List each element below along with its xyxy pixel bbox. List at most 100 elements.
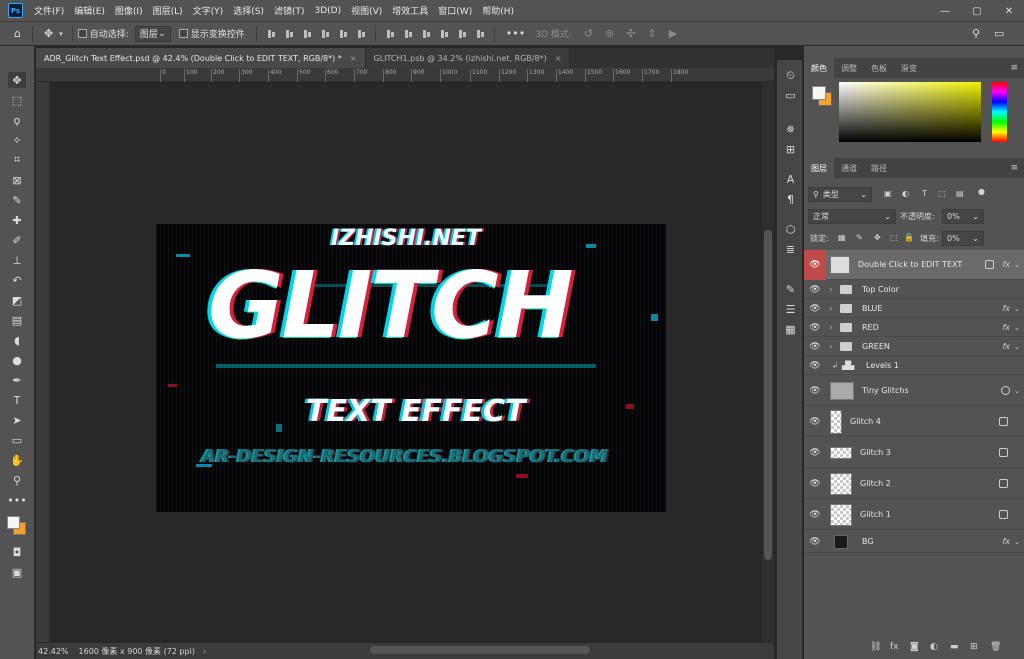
eye-icon[interactable]: 👁 — [804, 479, 826, 489]
menu-window[interactable]: 窗口(W) — [433, 4, 477, 17]
layer-row-blue[interactable]: 👁 › BLUE fx ⌄ — [804, 300, 1024, 318]
zoom-level[interactable]: 42.42% — [38, 647, 69, 656]
lock-transparent-icon[interactable]: ▦ — [838, 233, 846, 242]
menu-view[interactable]: 视图(V) — [346, 4, 387, 17]
chevron-right-icon[interactable]: › — [826, 342, 836, 351]
layer-row-glitch-3[interactable]: 👁 Glitch 3 — [804, 438, 1024, 468]
panel-menu-icon[interactable]: ≡ — [1010, 163, 1018, 173]
new-group-icon[interactable]: ▬ — [950, 642, 959, 652]
comments-panel-icon[interactable]: ▭ — [783, 88, 798, 103]
tab-adjustments[interactable]: 调整 — [834, 58, 864, 78]
lasso-tool-icon[interactable]: ϙ — [8, 112, 26, 128]
hand-tool-icon[interactable]: ✋ — [8, 452, 26, 468]
chevron-down-icon[interactable]: ⌄ — [1014, 538, 1020, 546]
lock-artboard-icon[interactable]: ⬚ — [890, 233, 898, 242]
chevron-down-icon[interactable]: ⌄ — [1014, 324, 1020, 332]
blur-tool-icon[interactable]: ◖ — [8, 332, 26, 348]
crop-tool-icon[interactable]: ⌗ — [8, 152, 26, 168]
fill-input[interactable]: 0% ⌄ — [942, 231, 984, 246]
menu-type[interactable]: 文字(Y) — [188, 4, 229, 17]
blend-mode-dropdown[interactable]: 正常 ⌄ — [808, 209, 896, 224]
new-adjustment-layer-icon[interactable]: ◐ — [930, 642, 938, 652]
close-icon[interactable]: ✕ — [994, 0, 1024, 22]
foreground-color-swatch[interactable] — [812, 86, 826, 100]
fx-icon[interactable]: fx — [1002, 304, 1010, 313]
healing-brush-tool-icon[interactable]: ✚ — [8, 212, 26, 228]
layer-name[interactable]: BLUE — [862, 304, 882, 313]
chevron-right-icon[interactable]: › — [826, 285, 836, 294]
chevron-down-icon[interactable]: ▾ — [59, 30, 63, 38]
search-icon[interactable]: ⚲ — [972, 27, 980, 40]
3d-panel-icon[interactable]: ⬡ — [783, 222, 798, 237]
layer-row-glitch-1[interactable]: 👁 Glitch 1 — [804, 500, 1024, 530]
layer-filter-dropdown[interactable]: ⚲ 类型 ⌄ — [808, 187, 872, 202]
eye-icon[interactable]: 👁 — [804, 342, 826, 352]
workspace-icon[interactable]: ▭ — [994, 27, 1004, 40]
move-tool-icon[interactable]: ✥ — [8, 72, 26, 88]
clone-stamp-tool-icon[interactable]: ⊥ — [8, 252, 26, 268]
menu-layer[interactable]: 图层(L) — [148, 4, 188, 17]
menu-filter[interactable]: 滤镜(T) — [269, 4, 310, 17]
layer-row-red[interactable]: 👁 › RED fx ⌄ — [804, 319, 1024, 337]
path-selection-tool-icon[interactable]: ➤ — [8, 412, 26, 428]
layer-name[interactable]: Top Color — [862, 285, 899, 294]
eye-icon[interactable]: 👁 — [804, 323, 826, 333]
layer-row-glitch-2[interactable]: 👁 Glitch 2 — [804, 469, 1024, 499]
close-tab-icon[interactable]: × — [555, 54, 562, 63]
auto-select-checkbox[interactable] — [77, 29, 87, 38]
minimize-icon[interactable]: — — [930, 0, 960, 22]
chevron-right-icon[interactable]: › — [826, 323, 836, 332]
marquee-tool-icon[interactable]: ⬚ — [8, 92, 26, 108]
distribute-right-icon[interactable] — [475, 29, 485, 39]
screen-mode-icon[interactable]: ▣ — [8, 564, 26, 580]
character-panel-icon[interactable]: A — [783, 172, 798, 187]
color-picker-field[interactable] — [839, 82, 981, 142]
fx-icon[interactable]: fx — [1002, 537, 1010, 546]
fx-icon[interactable]: fx — [1002, 323, 1010, 332]
distribute-bottom-icon[interactable] — [421, 29, 431, 39]
foreground-color-swatch[interactable] — [7, 516, 20, 529]
layer-name[interactable]: GREEN — [862, 342, 890, 351]
menu-plugins[interactable]: 增效工具 — [387, 4, 433, 17]
magic-wand-tool-icon[interactable]: ✧ — [8, 132, 26, 148]
menu-select[interactable]: 选择(S) — [228, 4, 269, 17]
eye-icon[interactable]: 👁 — [804, 304, 826, 314]
delete-layer-icon[interactable]: 🗑 — [990, 642, 1001, 652]
new-layer-icon[interactable]: ⊞ — [970, 642, 978, 652]
link-layers-icon[interactable]: ⛓ — [870, 642, 881, 652]
chevron-right-icon[interactable]: › — [826, 304, 836, 313]
layer-name[interactable]: BG — [862, 537, 874, 546]
layer-row-glitch-4[interactable]: 👁 Glitch 4 — [804, 407, 1024, 437]
tab-gradients[interactable]: 渐变 — [894, 58, 924, 78]
eye-icon[interactable]: 👁 — [804, 285, 826, 295]
chevron-down-icon[interactable]: ⌄ — [1014, 305, 1020, 313]
rectangle-tool-icon[interactable]: ▭ — [8, 432, 26, 448]
layer-thumbnail[interactable] — [830, 472, 852, 495]
distribute-hcenter-icon[interactable] — [457, 29, 467, 39]
smart-object-thumbnail[interactable] — [830, 255, 850, 274]
chevron-down-icon[interactable]: ⌄ — [1014, 343, 1020, 351]
filter-type-icon[interactable]: T — [922, 189, 927, 198]
horizontal-scrollbar[interactable] — [370, 646, 590, 654]
clone-source-panel-icon[interactable]: ⊞ — [783, 142, 798, 157]
menu-image[interactable]: 图像(I) — [110, 4, 148, 17]
distribute-top-icon[interactable] — [385, 29, 395, 39]
layer-thumbnail[interactable] — [830, 446, 852, 459]
tool-presets-panel-icon[interactable]: ✎ — [783, 282, 798, 297]
type-tool-icon[interactable]: T — [8, 392, 26, 408]
menu-file[interactable]: 文件(F) — [29, 4, 69, 17]
lock-all-icon[interactable]: 🔒 — [904, 233, 914, 242]
document-canvas[interactable]: IZHISHI.NET GLITCH TEXT EFFECT AR-DESIGN… — [156, 224, 666, 512]
scroll-thumb[interactable] — [764, 230, 772, 560]
hue-slider[interactable] — [992, 82, 1007, 142]
fx-icon[interactable]: fx — [1002, 260, 1010, 269]
close-tab-icon[interactable]: × — [350, 54, 357, 63]
lock-position-icon[interactable]: ✥ — [874, 233, 881, 242]
layer-row-top-color[interactable]: 👁 › Top Color — [804, 281, 1024, 299]
home-icon[interactable]: ⌂ — [14, 27, 21, 40]
fx-icon[interactable]: fx — [1002, 342, 1010, 351]
filter-shape-icon[interactable]: ⬚ — [938, 189, 946, 198]
panel-menu-icon[interactable]: ≡ — [1010, 63, 1018, 73]
align-bottom-icon[interactable] — [356, 29, 366, 39]
layer-name[interactable]: Glitch 2 — [860, 479, 891, 488]
